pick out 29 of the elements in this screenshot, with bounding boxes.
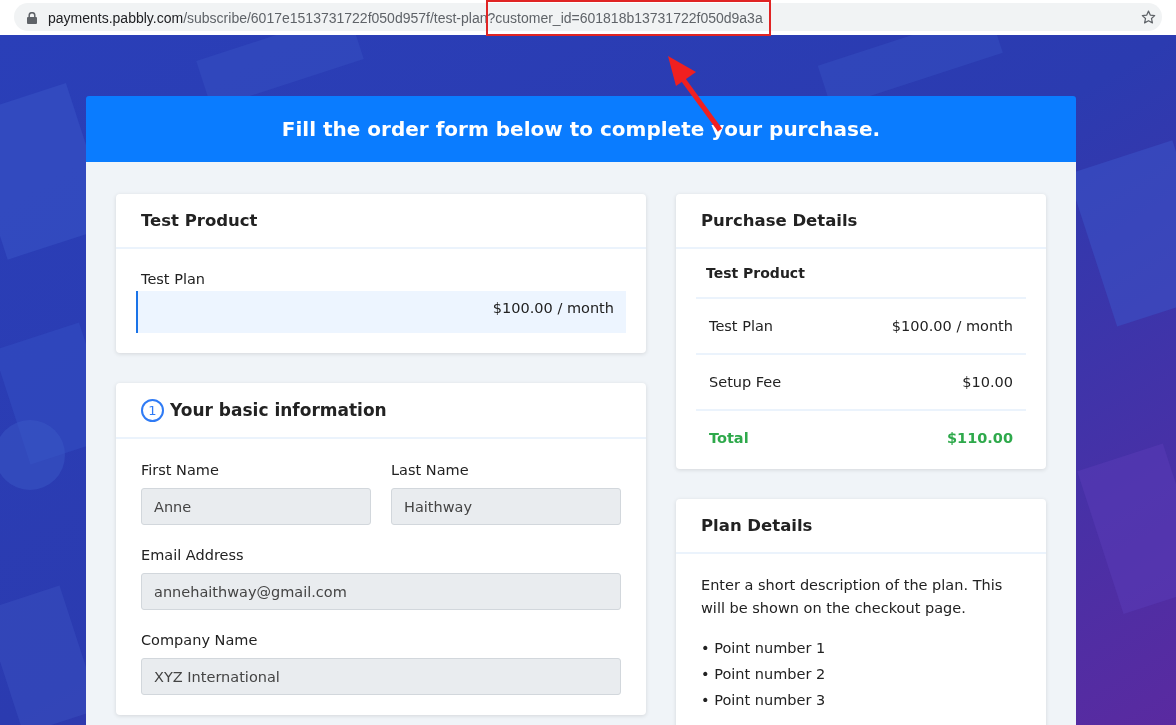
line-amount: $100.00 / month <box>891 318 1013 334</box>
card-title: Purchase Details <box>701 211 858 230</box>
banner-title: Fill the order form below to complete your purchase. <box>281 117 881 141</box>
total-amount: $110.00 <box>946 430 1013 446</box>
input-field[interactable]: Anne <box>141 488 371 525</box>
lock-icon <box>27 11 37 24</box>
step-number: 1 <box>141 398 164 422</box>
star-icon[interactable] <box>1141 10 1156 25</box>
total-label: Total <box>709 430 749 446</box>
bullet-point: • Point number 1 <box>701 639 827 658</box>
input-field[interactable]: annehaithway@gmail.com <box>141 573 621 610</box>
field-label: Company Name <box>141 632 259 648</box>
plan-label: Test Plan <box>141 271 206 287</box>
product-name: Test Product <box>706 265 805 281</box>
plan-price-box[interactable]: $100.00 / month <box>136 291 626 333</box>
input-field[interactable]: Haithway <box>391 488 621 525</box>
field-label: First Name <box>141 462 220 478</box>
line-amount: $10.00 <box>962 374 1013 390</box>
field-label: Email Address <box>141 547 245 563</box>
field-label: Last Name <box>391 462 470 478</box>
plan-description: Enter a short description of the plan. This will be shown on the checkout page. <box>701 576 1004 618</box>
line-label: Test Plan <box>709 318 773 334</box>
card-title: Your basic information <box>170 400 387 420</box>
card-title: Test Product <box>141 211 258 230</box>
bullet-point: • Point number 3 <box>701 691 827 710</box>
input-field[interactable]: XYZ International <box>141 658 621 695</box>
line-label: Setup Fee <box>709 374 782 390</box>
card-title: Plan Details <box>701 516 813 535</box>
bullet-point: • Point number 2 <box>701 665 827 684</box>
